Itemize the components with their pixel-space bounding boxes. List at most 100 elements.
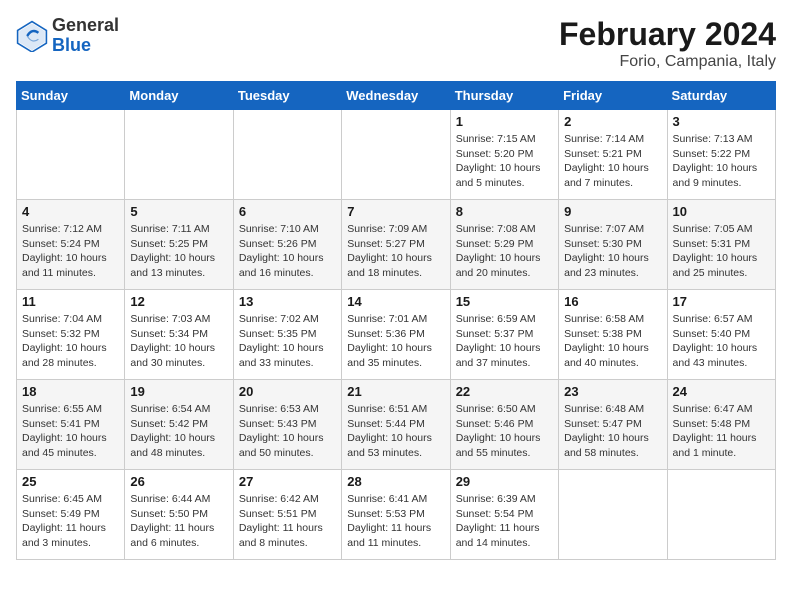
calendar-cell: 28 Sunrise: 6:41 AM Sunset: 5:53 PM Dayli…: [342, 470, 450, 560]
day-info: Sunrise: 6:59 AM Sunset: 5:37 PM Dayligh…: [456, 312, 553, 371]
day-info: Sunrise: 6:41 AM Sunset: 5:53 PM Dayligh…: [347, 492, 444, 551]
day-number: 25: [22, 474, 119, 489]
calendar-cell: 3 Sunrise: 7:13 AM Sunset: 5:22 PM Daylig…: [667, 110, 775, 200]
day-info: Sunrise: 7:13 AM Sunset: 5:22 PM Dayligh…: [673, 132, 770, 191]
calendar-cell: [125, 110, 233, 200]
calendar-cell: 24Sunrise: 6:47 AM Sunset: 5:48 PM Dayli…: [667, 380, 775, 470]
logo-icon: [16, 20, 48, 52]
day-number: 16: [564, 294, 661, 309]
day-info: Sunrise: 6:57 AM Sunset: 5:40 PM Dayligh…: [673, 312, 770, 371]
day-number: 26: [130, 474, 227, 489]
calendar-cell: 4 Sunrise: 7:12 AM Sunset: 5:24 PM Daylig…: [17, 200, 125, 290]
day-number: 7: [347, 204, 444, 219]
column-header-sunday: Sunday: [17, 82, 125, 110]
day-info: Sunrise: 6:44 AM Sunset: 5:50 PM Dayligh…: [130, 492, 227, 551]
logo-blue: Blue: [52, 36, 119, 56]
calendar-cell: [342, 110, 450, 200]
day-info: Sunrise: 7:10 AM Sunset: 5:26 PM Dayligh…: [239, 222, 336, 281]
calendar-cell: 10 Sunrise: 7:05 AM Sunset: 5:31 PM Dayli…: [667, 200, 775, 290]
day-number: 19: [130, 384, 227, 399]
day-info: Sunrise: 6:39 AM Sunset: 5:54 PM Dayligh…: [456, 492, 553, 551]
calendar-cell: 25 Sunrise: 6:45 AM Sunset: 5:49 PM Dayli…: [17, 470, 125, 560]
day-info: Sunrise: 6:54 AM Sunset: 5:42 PM Dayligh…: [130, 402, 227, 461]
day-number: 10: [673, 204, 770, 219]
day-info: Sunrise: 7:08 AM Sunset: 5:29 PM Dayligh…: [456, 222, 553, 281]
day-number: 5: [130, 204, 227, 219]
calendar-cell: [667, 470, 775, 560]
calendar-cell: 29 Sunrise: 6:39 AM Sunset: 5:54 PM Dayli…: [450, 470, 558, 560]
day-info: Sunrise: 6:45 AM Sunset: 5:49 PM Dayligh…: [22, 492, 119, 551]
calendar-cell: 26 Sunrise: 6:44 AM Sunset: 5:50 PM Dayli…: [125, 470, 233, 560]
column-header-tuesday: Tuesday: [233, 82, 341, 110]
calendar-cell: 17 Sunrise: 6:57 AM Sunset: 5:40 PM Dayli…: [667, 290, 775, 380]
day-number: 4: [22, 204, 119, 219]
day-number: 3: [673, 114, 770, 129]
day-number: 1: [456, 114, 553, 129]
day-info: Sunrise: 7:03 AM Sunset: 5:34 PM Dayligh…: [130, 312, 227, 371]
calendar-cell: 16 Sunrise: 6:58 AM Sunset: 5:38 PM Dayli…: [559, 290, 667, 380]
day-info: Sunrise: 6:48 AM Sunset: 5:47 PM Dayligh…: [564, 402, 661, 461]
calendar-cell: [559, 470, 667, 560]
calendar-week-row: 4 Sunrise: 7:12 AM Sunset: 5:24 PM Daylig…: [17, 200, 776, 290]
calendar-cell: 20 Sunrise: 6:53 AM Sunset: 5:43 PM Dayli…: [233, 380, 341, 470]
day-number: 6: [239, 204, 336, 219]
day-number: 18: [22, 384, 119, 399]
calendar-cell: 14 Sunrise: 7:01 AM Sunset: 5:36 PM Dayli…: [342, 290, 450, 380]
title-section: February 2024 Forio, Campania, Italy: [559, 16, 776, 71]
day-info: Sunrise: 6:53 AM Sunset: 5:43 PM Dayligh…: [239, 402, 336, 461]
day-number: 9: [564, 204, 661, 219]
calendar-cell: 11Sunrise: 7:04 AM Sunset: 5:32 PM Dayli…: [17, 290, 125, 380]
calendar-week-row: 11Sunrise: 7:04 AM Sunset: 5:32 PM Dayli…: [17, 290, 776, 380]
calendar-cell: 27Sunrise: 6:42 AM Sunset: 5:51 PM Dayli…: [233, 470, 341, 560]
calendar-cell: [17, 110, 125, 200]
day-number: 28: [347, 474, 444, 489]
calendar-cell: 15 Sunrise: 6:59 AM Sunset: 5:37 PM Dayli…: [450, 290, 558, 380]
logo-general: General: [52, 16, 119, 36]
day-number: 17: [673, 294, 770, 309]
day-info: Sunrise: 6:55 AM Sunset: 5:41 PM Dayligh…: [22, 402, 119, 461]
day-number: 2: [564, 114, 661, 129]
column-header-saturday: Saturday: [667, 82, 775, 110]
calendar-table: SundayMondayTuesdayWednesdayThursdayFrid…: [16, 81, 776, 560]
day-number: 14: [347, 294, 444, 309]
day-number: 13: [239, 294, 336, 309]
calendar-cell: 19 Sunrise: 6:54 AM Sunset: 5:42 PM Dayli…: [125, 380, 233, 470]
subtitle: Forio, Campania, Italy: [559, 53, 776, 71]
calendar-week-row: 25 Sunrise: 6:45 AM Sunset: 5:49 PM Dayli…: [17, 470, 776, 560]
day-number: 12: [130, 294, 227, 309]
day-info: Sunrise: 7:14 AM Sunset: 5:21 PM Dayligh…: [564, 132, 661, 191]
day-info: Sunrise: 7:15 AM Sunset: 5:20 PM Dayligh…: [456, 132, 553, 191]
calendar-week-row: 1 Sunrise: 7:15 AM Sunset: 5:20 PM Daylig…: [17, 110, 776, 200]
day-info: Sunrise: 7:11 AM Sunset: 5:25 PM Dayligh…: [130, 222, 227, 281]
day-info: Sunrise: 6:51 AM Sunset: 5:44 PM Dayligh…: [347, 402, 444, 461]
calendar-cell: 21 Sunrise: 6:51 AM Sunset: 5:44 PM Dayli…: [342, 380, 450, 470]
day-number: 21: [347, 384, 444, 399]
day-info: Sunrise: 7:12 AM Sunset: 5:24 PM Dayligh…: [22, 222, 119, 281]
column-header-wednesday: Wednesday: [342, 82, 450, 110]
calendar-cell: 7Sunrise: 7:09 AM Sunset: 5:27 PM Daylig…: [342, 200, 450, 290]
main-title: February 2024: [559, 16, 776, 53]
day-info: Sunrise: 7:01 AM Sunset: 5:36 PM Dayligh…: [347, 312, 444, 371]
day-number: 23: [564, 384, 661, 399]
calendar-header-row: SundayMondayTuesdayWednesdayThursdayFrid…: [17, 82, 776, 110]
column-header-thursday: Thursday: [450, 82, 558, 110]
calendar-cell: 23 Sunrise: 6:48 AM Sunset: 5:47 PM Dayli…: [559, 380, 667, 470]
day-number: 15: [456, 294, 553, 309]
day-number: 29: [456, 474, 553, 489]
day-info: Sunrise: 7:05 AM Sunset: 5:31 PM Dayligh…: [673, 222, 770, 281]
day-number: 20: [239, 384, 336, 399]
calendar-cell: 1 Sunrise: 7:15 AM Sunset: 5:20 PM Daylig…: [450, 110, 558, 200]
calendar-week-row: 18 Sunrise: 6:55 AM Sunset: 5:41 PM Dayli…: [17, 380, 776, 470]
calendar-cell: 13 Sunrise: 7:02 AM Sunset: 5:35 PM Dayli…: [233, 290, 341, 380]
day-info: Sunrise: 7:02 AM Sunset: 5:35 PM Dayligh…: [239, 312, 336, 371]
calendar-cell: 5 Sunrise: 7:11 AM Sunset: 5:25 PM Daylig…: [125, 200, 233, 290]
day-number: 22: [456, 384, 553, 399]
day-info: Sunrise: 6:47 AM Sunset: 5:48 PM Dayligh…: [673, 402, 770, 461]
day-info: Sunrise: 6:50 AM Sunset: 5:46 PM Dayligh…: [456, 402, 553, 461]
day-info: Sunrise: 7:07 AM Sunset: 5:30 PM Dayligh…: [564, 222, 661, 281]
calendar-cell: 8Sunrise: 7:08 AM Sunset: 5:29 PM Daylig…: [450, 200, 558, 290]
calendar-cell: 2 Sunrise: 7:14 AM Sunset: 5:21 PM Daylig…: [559, 110, 667, 200]
calendar-cell: 18 Sunrise: 6:55 AM Sunset: 5:41 PM Dayli…: [17, 380, 125, 470]
page-header: General Blue February 2024 Forio, Campan…: [16, 16, 776, 71]
day-info: Sunrise: 6:58 AM Sunset: 5:38 PM Dayligh…: [564, 312, 661, 371]
